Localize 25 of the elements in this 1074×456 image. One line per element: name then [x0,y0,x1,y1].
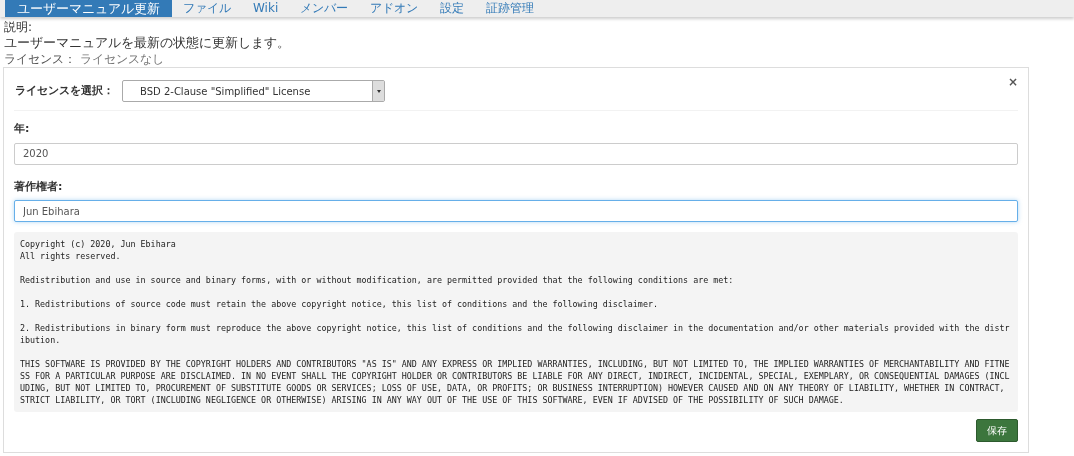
nav-tab[interactable]: メンバー [289,0,360,17]
license-value: ライセンスなし [80,51,164,67]
nav-tab[interactable]: 設定 [429,0,476,17]
close-button[interactable]: × [1007,76,1018,88]
nav-tab[interactable]: Wiki [242,0,290,17]
description-label: 説明: [4,20,34,35]
license-paragraph: Copyright (c) 2020, Jun Ebihara All rights reserved. [20,238,177,262]
license-paragraph: Redistribution and use in source and binary forms, with or without modification, are permitted provided that the following conditions are met: [20,274,735,286]
field-label: 年: [14,121,31,137]
nav-tab[interactable]: 証跡管理 [475,0,546,17]
license-paragraph: THIS SOFTWARE IS PROVIDED BY THE COPYRIGHT HOLDERS AND CONTRIBUTORS "AS IS" AND ANY EXPRESS OR IMPLIED WARRANTIES, INCLUDING, BUT NOT LIMITED TO, THE IMPLIED WARRANTIES OF MERCHANTABILITY AND FITNESS FOR A PARTICULAR PURPOSE ARE DISCLAIMED. IN NO EVENT SHALL THE COPYRIGHT HOLDER OR CONTRIBUTORS BE LIABLE FOR ANY DIRECT, INDIRECT, INCIDENTAL, SPECIAL, EXEMPLARY, OR CONSEQUENTIAL DAMAGES (INCLUDING, BUT NOT LIMITED TO, PROCUREMENT OF SUBSTITUTE GOODS OR SERVICES; LOSS OF USE, DATA, OR PROFITS; OR BUSINESS INTERRUPTION) HOWEVER CAUSED AND ON ANY THEORY OF LIABILITY, WHETHER IN CONTRACT, STRICT LIABILITY, OR TORT (INCLUDING NEGLIGENCE OR OTHERWISE) ARISING IN ANY WAY OUT OF THE USE OF THIS SOFTWARE, EVEN IF ADVISED OF THE POSSIBILITY OF SUCH DAMAGE. [20,358,1011,406]
description-text: ユーザーマニュアルを最新の状態に更新します。 [4,35,291,51]
select-label: ライセンスを選択： [15,82,114,99]
input-field[interactable]: Jun Ebihara [14,200,1018,222]
license-select[interactable]: BSD 2-Clause "Simplified" License [122,80,385,102]
field-label: 著作権者: [14,178,64,195]
nav-tab[interactable]: ユーザーマニュアル更新 [5,0,172,17]
input-field[interactable]: 2020 [14,142,1018,165]
nav-tab[interactable]: アドオン [359,0,430,17]
nav-tab[interactable]: ファイル [172,0,242,17]
license-paragraph: 1. Redistributions of source code must retain the above copyright notice, this list of conditions and the following disclaimer. [20,298,659,310]
caret-icon [376,89,381,93]
license-paragraph: 2. Redistributions in binary form must reproduce the above copyright notice, this list of conditions and the following disclaimer in the documentation and/or other materials provided with the distribution. [20,322,1011,346]
save-button[interactable]: 保存 [976,419,1018,442]
license-label: ライセンス： [4,51,76,67]
